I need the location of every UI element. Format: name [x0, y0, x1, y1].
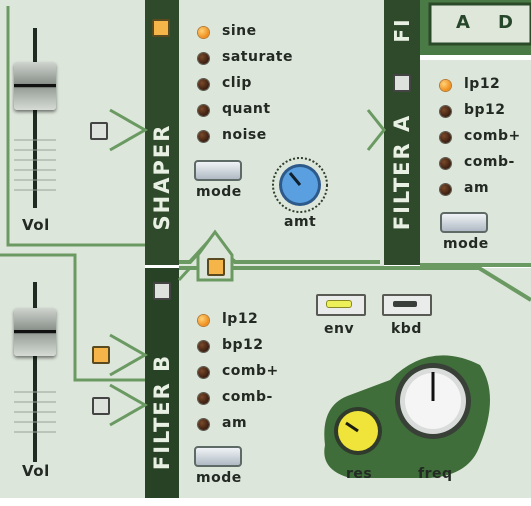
filtera-mode-button[interactable] [440, 212, 488, 233]
vol-label-top: Vol [22, 216, 50, 234]
dark-led-icon [198, 419, 209, 430]
synth-panel: Vol Vol SHAPER sine saturate clip quant … [0, 0, 531, 506]
dark-led-icon [198, 131, 209, 142]
dark-led-icon [440, 158, 451, 169]
orange-led-icon [198, 315, 209, 326]
filterb-title: FILTER B [150, 353, 174, 471]
dark-led-icon [198, 393, 209, 404]
filtera-mode-item[interactable]: bp12 [464, 102, 506, 118]
shaper-mode-item[interactable]: saturate [222, 49, 293, 65]
filtera-enable-toggle[interactable] [393, 74, 411, 92]
res-knob[interactable] [330, 403, 386, 459]
display-letter: D [498, 12, 514, 33]
shaper-mode-item[interactable]: clip [222, 75, 252, 91]
orange-led-icon [440, 80, 451, 91]
amt-knob[interactable] [270, 155, 330, 215]
filterb-mode-button[interactable] [194, 446, 242, 467]
filtera-mode-item[interactable]: comb+ [464, 128, 521, 144]
volume-fader-bottom[interactable] [14, 308, 56, 356]
filtera-mode-item[interactable]: lp12 [464, 76, 500, 92]
filterb-mode-item[interactable]: comb- [222, 389, 273, 405]
freq-knob[interactable] [392, 360, 474, 442]
kbd-label: kbd [391, 321, 422, 337]
env-button[interactable] [316, 294, 366, 316]
fader-handle-icon [14, 84, 56, 87]
dark-led-icon [198, 79, 209, 90]
display-letter: A [456, 12, 471, 33]
filtera-mode-label: mode [443, 236, 489, 252]
filtera-title: FILTER A [390, 113, 414, 231]
dark-led-icon [440, 106, 451, 117]
dark-led-icon [198, 341, 209, 352]
env-label: env [324, 321, 355, 337]
fader-handle-icon [14, 330, 56, 333]
filterb-mode-item[interactable]: bp12 [222, 337, 264, 353]
shaper-to-filterb-toggle[interactable] [207, 258, 225, 276]
dark-led-icon [440, 184, 451, 195]
dark-led-icon [198, 53, 209, 64]
orange-led-icon [198, 27, 209, 38]
filterb-input-toggle-2[interactable] [92, 397, 110, 415]
shaper-input-toggle[interactable] [90, 122, 108, 140]
shaper-mode-button[interactable] [194, 160, 242, 181]
filterb-enable-toggle[interactable] [153, 282, 171, 300]
filtera-mode-item[interactable]: comb- [464, 154, 515, 170]
filterb-mode-label: mode [196, 470, 242, 486]
dark-led-icon [198, 367, 209, 378]
shaper-mode-item[interactable]: sine [222, 23, 257, 39]
dark-led-icon [440, 132, 451, 143]
filterb-mode-item[interactable]: comb+ [222, 363, 279, 379]
kbd-button[interactable] [382, 294, 432, 316]
vol-label-bottom: Vol [22, 462, 50, 480]
shaper-mode-label: mode [196, 184, 242, 200]
filterb-mode-item[interactable]: am [222, 415, 247, 431]
kbd-led-bar [393, 301, 417, 307]
res-label: res [346, 466, 373, 482]
volume-fader-top[interactable] [14, 62, 56, 110]
freq-label: freq [418, 466, 453, 482]
amt-label: amt [284, 214, 317, 230]
shaper-mode-item[interactable]: noise [222, 127, 267, 143]
top-strip-label: FI [390, 17, 414, 43]
filterb-mode-item[interactable]: lp12 [222, 311, 258, 327]
filtera-mode-item[interactable]: am [464, 180, 489, 196]
shaper-title: SHAPER [150, 123, 174, 231]
shaper-enable-toggle[interactable] [152, 19, 170, 37]
env-led-bar [327, 301, 351, 307]
dark-led-icon [198, 105, 209, 116]
filterb-input-toggle-1[interactable] [92, 346, 110, 364]
shaper-mode-item[interactable]: quant [222, 101, 271, 117]
